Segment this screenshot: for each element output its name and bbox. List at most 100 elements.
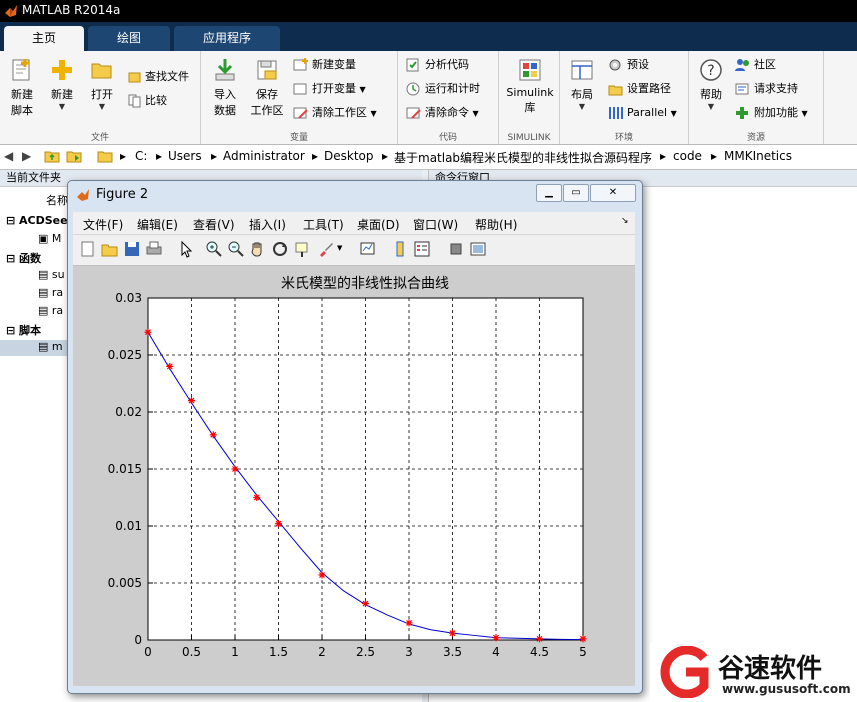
menu-tools[interactable]: 工具(T) (303, 216, 344, 233)
minimize-button[interactable]: ▁ (536, 184, 562, 202)
path-separator-icon: ▸ (382, 149, 389, 163)
app-title-bar: MATLAB R2014a (0, 0, 857, 22)
compare-label: 比较 (145, 94, 167, 107)
compare-button[interactable]: 比较 (128, 91, 167, 111)
figure-canvas[interactable]: 0 0.5 1 1.5 2 2.5 3 3.5 4 4.5 5 0 0.005 0.01 0.015 0.0… (73, 266, 635, 686)
find-files-icon (128, 72, 141, 83)
y-tick-label: 0.02 (115, 405, 142, 419)
dock-arrow-icon[interactable]: ↘ (621, 216, 629, 226)
tab-plots[interactable]: 绘图 (88, 26, 170, 51)
link-plot-icon[interactable] (359, 240, 377, 258)
menu-insert[interactable]: 插入(I) (249, 216, 286, 233)
clear-workspace-button[interactable]: 清除工作区 ▼ (293, 103, 377, 123)
brush-icon[interactable] (317, 240, 335, 258)
colorbar-icon[interactable] (391, 240, 409, 258)
up-folder-icon[interactable] (44, 149, 60, 166)
tab-apps[interactable]: 应用程序 (174, 26, 280, 51)
import-data-button[interactable]: 导入 数据 (207, 57, 243, 118)
simulink-library-button[interactable]: Simulink 库 (505, 57, 555, 115)
data-cursor-icon[interactable] (293, 240, 311, 258)
ribbon-tab-bar: 主页 绘图 应用程序 (0, 22, 857, 51)
path-segment[interactable]: Users (168, 149, 202, 163)
hide-plot-tools-icon[interactable] (447, 240, 465, 258)
x-tick-label: 5 (579, 645, 587, 659)
import-data-icon (215, 59, 235, 81)
y-tick-label: 0.01 (115, 519, 142, 533)
new-figure-icon[interactable] (79, 240, 97, 258)
set-path-button[interactable]: 设置路径 (608, 79, 671, 99)
tree-group-scripts[interactable]: ⊟ 脚本 (6, 322, 41, 338)
clear-commands-button[interactable]: 清除命令 ▼ (406, 103, 479, 123)
menu-help[interactable]: 帮助(H) (475, 216, 517, 233)
close-button[interactable]: ✕ (590, 184, 636, 202)
path-segment[interactable]: Desktop (324, 149, 374, 163)
plot-area[interactable]: 0 0.5 1 1.5 2 2.5 3 3.5 4 4.5 5 0 0.005 0.01 0.015 0.0… (73, 266, 635, 686)
figure-window[interactable]: Figure 2 ▁ ▭ ✕ 文件(F) 编辑(E) 查看(V) 插入(I) 工… (67, 180, 643, 694)
community-button[interactable]: 社区 (735, 55, 776, 75)
forward-arrow-icon[interactable]: ▶ (22, 149, 31, 163)
menu-edit[interactable]: 编辑(E) (137, 216, 178, 233)
pan-hand-icon[interactable] (249, 240, 267, 258)
path-segment[interactable]: MMKInetics (724, 149, 792, 163)
list-item[interactable]: ▣ M (38, 232, 61, 245)
new-variable-button[interactable]: 新建变量 (293, 55, 356, 75)
tree-group-acdsee[interactable]: ⊟ ACDSee (6, 214, 68, 227)
menu-view[interactable]: 查看(V) (193, 216, 235, 233)
chevron-down-icon[interactable]: ▼ (337, 244, 342, 252)
select-pointer-icon[interactable] (177, 240, 195, 258)
watermark-url: www.gususoft.com (722, 682, 851, 696)
browse-folder-icon[interactable] (66, 149, 82, 166)
path-segment[interactable]: 基于matlab编程米氏模型的非线性拟合源码程序 (394, 149, 652, 166)
list-item[interactable]: ▤ ra (38, 286, 63, 299)
path-segment[interactable]: code (673, 149, 702, 163)
tree-group-label: 脚本 (19, 324, 42, 337)
file-group-label: 文件 (90, 133, 109, 143)
tree-group-functions[interactable]: ⊟ 函数 (6, 250, 41, 266)
zoom-out-icon[interactable] (227, 240, 245, 258)
chevron-down-icon: ▼ (359, 85, 366, 94)
menu-file[interactable]: 文件(F) (83, 216, 123, 233)
x-tick-label: 1.5 (269, 645, 288, 659)
zoom-in-icon[interactable] (205, 240, 223, 258)
request-support-label: 请求支持 (754, 82, 798, 95)
request-support-button[interactable]: 请求支持 (735, 79, 798, 99)
close-icon: ✕ (608, 187, 618, 198)
layout-button[interactable]: 布局 ▼ (564, 57, 600, 111)
menu-window[interactable]: 窗口(W) (413, 216, 458, 233)
save-workspace-button[interactable]: 保存 工作区 (247, 57, 287, 118)
rotate-3d-icon[interactable] (271, 240, 289, 258)
back-arrow-icon[interactable]: ◀ (4, 149, 13, 163)
save-icon[interactable] (123, 240, 141, 258)
svg-text:?: ? (707, 63, 714, 79)
name-column-header[interactable]: 名称 (46, 192, 68, 208)
chevron-down-icon: ▼ (670, 109, 677, 118)
open-button[interactable]: 打开 ▼ (84, 57, 120, 111)
parallel-button[interactable]: Parallel ▼ (608, 103, 677, 123)
menu-desktop[interactable]: 桌面(D) (357, 216, 400, 233)
print-icon[interactable] (145, 240, 163, 258)
open-file-icon[interactable] (101, 240, 119, 258)
preferences-button[interactable]: 预设 (608, 55, 649, 75)
clear-workspace-label: 清除工作区 (312, 106, 367, 119)
variable-group: 导入 数据 保存 工作区 新建变量 打开变量 ▼ 清除工作区 ▼ 变量 (201, 51, 398, 144)
legend-icon[interactable] (413, 240, 431, 258)
find-files-button[interactable]: 查找文件 (128, 67, 189, 87)
maximize-button[interactable]: ▭ (563, 184, 589, 202)
path-segment[interactable]: Administrator (223, 149, 305, 163)
list-item[interactable]: ▤ ra (38, 304, 63, 317)
show-plot-tools-icon[interactable] (469, 240, 487, 258)
list-item[interactable]: ▤ su (38, 268, 65, 281)
path-segment[interactable]: C: (135, 149, 147, 163)
new-script-button[interactable]: 新建 脚本 (4, 57, 40, 118)
list-item-selected[interactable]: ▤ m (0, 340, 70, 356)
parallel-label: Parallel (627, 106, 668, 119)
new-button[interactable]: 新建 ▼ (44, 57, 80, 111)
run-and-time-button[interactable]: 运行和计时 (406, 79, 480, 99)
help-button[interactable]: ? 帮助 ▼ (695, 57, 727, 111)
chevron-down-icon: ▼ (472, 109, 479, 118)
tab-home[interactable]: 主页 (4, 26, 84, 51)
analyze-code-button[interactable]: 分析代码 (406, 55, 469, 75)
open-variable-button[interactable]: 打开变量 ▼ (293, 79, 366, 99)
y-axis: 0 0.005 0.01 0.015 0.02 0.025 0.03 (108, 291, 153, 647)
addons-button[interactable]: 附加功能 ▼ (735, 103, 808, 123)
